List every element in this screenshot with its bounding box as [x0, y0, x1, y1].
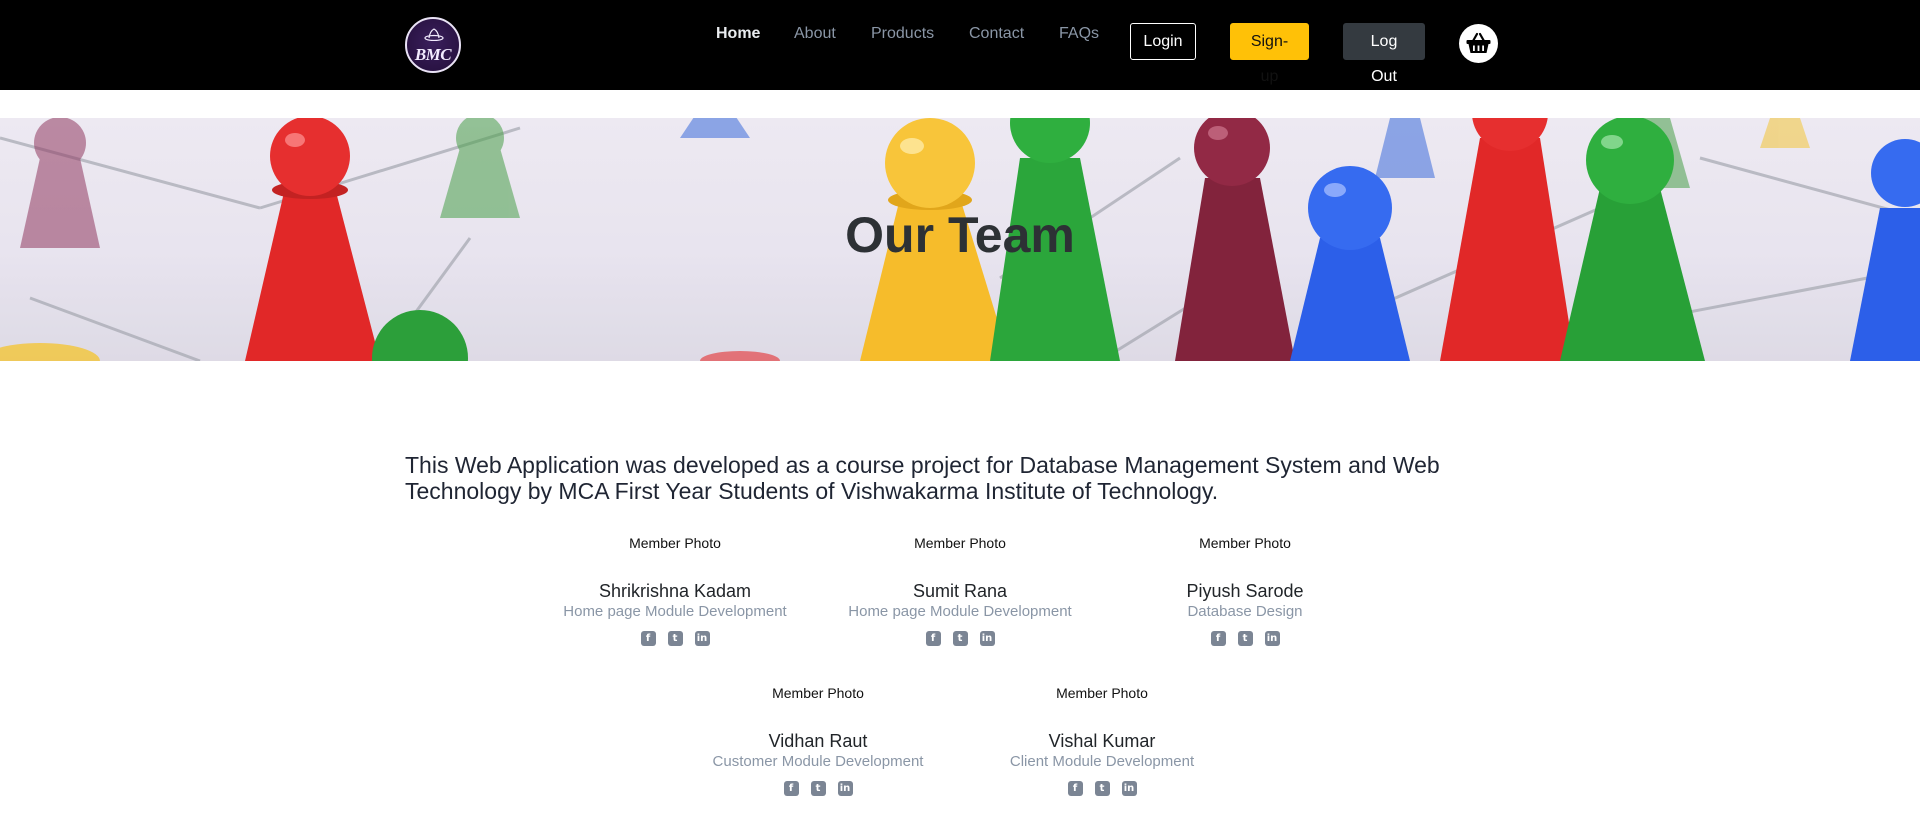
- team-member-card: Member Photo Vishal Kumar Client Module …: [972, 685, 1232, 796]
- team-member-card: Member Photo Shrikrishna Kadam Home page…: [545, 535, 805, 646]
- basket-icon: [1466, 32, 1491, 53]
- member-role: Customer Module Development: [712, 753, 924, 770]
- hat-icon: [424, 28, 444, 41]
- social-links: f t in: [1115, 631, 1375, 646]
- logout-button[interactable]: Log Out: [1343, 23, 1425, 85]
- member-name: Piyush Sarode: [1186, 581, 1304, 601]
- social-links: f t in: [830, 631, 1090, 646]
- twitter-icon[interactable]: t: [667, 631, 683, 646]
- team-member-card: Member Photo Vidhan Raut Customer Module…: [688, 685, 948, 796]
- member-role: Home page Module Development: [848, 603, 1072, 620]
- social-links: f t in: [972, 781, 1232, 796]
- linkedin-icon[interactable]: in: [1121, 781, 1137, 796]
- twitter-icon[interactable]: t: [952, 631, 968, 646]
- facebook-icon[interactable]: f: [1210, 631, 1226, 646]
- member-photo: Member Photo: [1199, 535, 1291, 551]
- linkedin-icon[interactable]: in: [694, 631, 710, 646]
- twitter-icon[interactable]: t: [1094, 781, 1110, 796]
- facebook-icon[interactable]: f: [783, 781, 799, 796]
- nav-link-faqs[interactable]: FAQs: [1059, 25, 1099, 43]
- hero-banner: Our Team: [0, 118, 1920, 361]
- member-role: Home page Module Development: [563, 603, 787, 620]
- member-photo: Member Photo: [629, 535, 721, 551]
- facebook-icon[interactable]: f: [925, 631, 941, 646]
- facebook-icon[interactable]: f: [1067, 781, 1083, 796]
- member-photo: Member Photo: [1056, 685, 1148, 701]
- linkedin-icon[interactable]: in: [979, 631, 995, 646]
- member-name: Vishal Kumar: [1048, 731, 1156, 751]
- member-name: Shrikrishna Kadam: [598, 581, 752, 601]
- linkedin-icon[interactable]: in: [1264, 631, 1280, 646]
- member-role: Database Design: [1187, 603, 1303, 620]
- logo-text: BMC: [414, 45, 452, 64]
- social-links: f t in: [545, 631, 805, 646]
- member-name: Vidhan Raut: [768, 731, 868, 751]
- member-photo: Member Photo: [914, 535, 1006, 551]
- twitter-icon[interactable]: t: [1237, 631, 1253, 646]
- page-title: Our Team: [845, 207, 1075, 263]
- nav-link-home[interactable]: Home: [716, 25, 760, 43]
- twitter-icon[interactable]: t: [810, 781, 826, 796]
- member-photo: Member Photo: [772, 685, 864, 701]
- signup-button[interactable]: Sign-up: [1230, 23, 1309, 85]
- facebook-icon[interactable]: f: [640, 631, 656, 646]
- nav-link-contact[interactable]: Contact: [969, 25, 1024, 43]
- team-member-card: Member Photo Piyush Sarode Database Desi…: [1115, 535, 1375, 646]
- team-member-card: Member Photo Sumit Rana Home page Module…: [830, 535, 1090, 646]
- nav-link-about[interactable]: About: [794, 25, 836, 43]
- nav-link-products[interactable]: Products: [871, 25, 934, 43]
- login-button[interactable]: Login: [1130, 23, 1196, 60]
- brand-logo[interactable]: BMC: [405, 17, 461, 73]
- cart-button[interactable]: [1459, 24, 1498, 63]
- member-role: Client Module Development: [1009, 753, 1195, 770]
- intro-text: This Web Application was developed as a …: [405, 452, 1440, 504]
- linkedin-icon[interactable]: in: [837, 781, 853, 796]
- member-name: Sumit Rana: [912, 581, 1008, 601]
- social-links: f t in: [688, 781, 948, 796]
- navbar: BMC Home About Products Contact FAQs Log…: [0, 0, 1920, 90]
